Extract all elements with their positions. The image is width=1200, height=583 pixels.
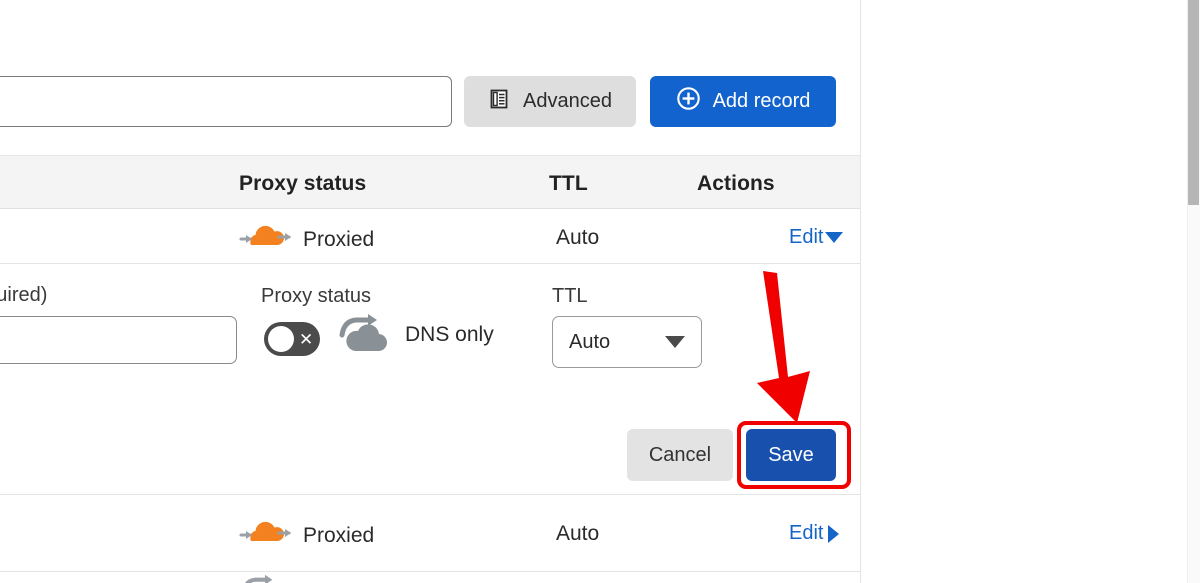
plus-circle-icon [676, 86, 701, 117]
advanced-button[interactable]: Advanced [464, 76, 636, 127]
vertical-scrollbar[interactable] [1187, 0, 1200, 583]
search-input[interactable] [0, 76, 452, 127]
dns-only-status-text: DNS only [405, 323, 494, 347]
gray-cloud-dns-only-icon [337, 313, 399, 362]
add-record-button[interactable]: Add record [650, 76, 836, 127]
cell-ttl: Auto [556, 226, 599, 250]
column-header-proxy-status: Proxy status [239, 172, 366, 196]
scrollbar-thumb[interactable] [1188, 0, 1199, 205]
edit-link[interactable]: Edit [789, 522, 839, 545]
edit-link[interactable]: Edit [789, 226, 843, 249]
proxy-status-label: Proxied [303, 228, 374, 252]
chevron-down-icon [665, 336, 685, 348]
cell-proxy-status: Proxied [239, 224, 374, 256]
table-row [0, 572, 860, 583]
column-header-ttl: TTL [549, 172, 588, 196]
gray-cloud-dns-only-icon [239, 574, 291, 583]
add-record-button-label: Add record [713, 90, 811, 113]
table-row: Proxied Auto Edit [0, 495, 860, 572]
cell-proxy-status: Proxied [239, 520, 374, 552]
ttl-select[interactable]: Auto [552, 316, 702, 368]
toolbar: Advanced Add record [0, 76, 860, 129]
ttl-label: TTL [552, 285, 588, 308]
document-list-icon [488, 88, 510, 116]
save-button[interactable]: Save [746, 429, 836, 481]
dns-records-panel: Advanced Add record Proxy status TTL Act… [0, 0, 860, 583]
cell-ttl: Auto [556, 522, 599, 546]
edit-link-label: Edit [789, 226, 823, 249]
column-header-actions: Actions [697, 172, 775, 196]
cancel-button[interactable]: Cancel [627, 429, 733, 481]
table-row: Proxied Auto Edit [0, 209, 860, 264]
proxy-status-label: Proxied [303, 524, 374, 548]
record-name-label: equired) [0, 284, 47, 307]
proxy-status-toggle[interactable]: ✕ [264, 322, 320, 356]
proxy-status-label: Proxy status [261, 285, 371, 308]
orange-cloud-proxied-icon [239, 520, 293, 552]
page-root: Advanced Add record Proxy status TTL Act… [0, 0, 1200, 583]
record-name-input[interactable] [0, 316, 237, 364]
save-button-label: Save [768, 444, 814, 467]
edit-link-label: Edit [789, 522, 823, 545]
table-header-row: Proxy status TTL Actions [0, 155, 860, 209]
orange-cloud-proxied-icon [239, 224, 293, 256]
right-empty-pane [860, 0, 1200, 583]
chevron-down-icon [825, 232, 843, 243]
advanced-button-label: Advanced [523, 90, 612, 113]
cancel-button-label: Cancel [649, 444, 711, 467]
toggle-knob [268, 326, 294, 352]
ttl-select-value: Auto [569, 331, 665, 354]
toggle-off-x-icon: ✕ [299, 331, 313, 348]
chevron-right-icon [828, 525, 839, 543]
